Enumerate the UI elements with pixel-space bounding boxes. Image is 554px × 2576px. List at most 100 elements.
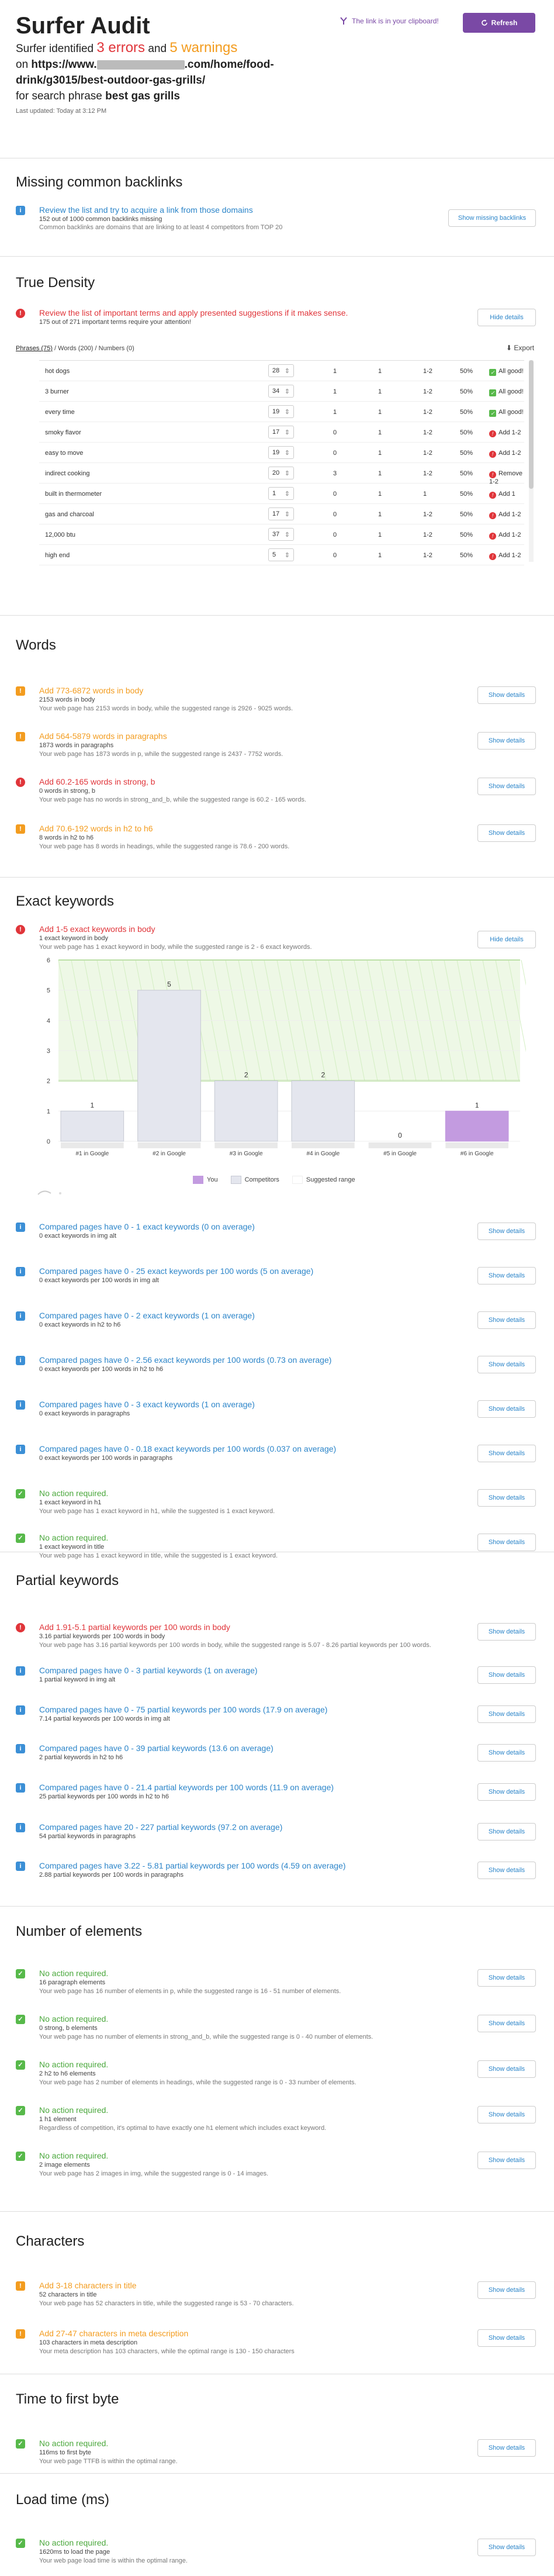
item-title: Compared pages have 0 - 1 exact keywords…	[39, 1222, 255, 1231]
term-count-stepper[interactable]: 1 ⇕	[268, 487, 294, 500]
audit-item: i Compared pages have 3.22 - 5.81 partial…	[16, 1860, 536, 1890]
item-value: 1 exact keyword in h1	[39, 1499, 102, 1506]
show-details-button[interactable]: Show details	[477, 1534, 536, 1551]
show-details-button[interactable]: Show details	[477, 824, 536, 842]
show-details-button[interactable]: Show details	[477, 1969, 536, 1987]
show-details-button[interactable]: Show details	[477, 732, 536, 750]
check-icon: ✓	[16, 2439, 25, 2449]
tab-words-numbers[interactable]: / Words (200) / Numbers (0)	[53, 345, 134, 352]
density-table: hot dogs 28 ⇕ 1 1 1-2 50% ✓ All good! 3 burner 34…	[39, 360, 524, 565]
show-details-button[interactable]: Show details	[477, 1489, 536, 1507]
item-value: 54 partial keywords in paragraphs	[39, 1833, 136, 1840]
divider	[0, 877, 554, 878]
show-details-button[interactable]: Show details	[477, 2329, 536, 2347]
show-missing-backlinks-button[interactable]: Show missing backlinks	[448, 209, 536, 227]
item-note: Your web page has no words in strong_and…	[39, 796, 307, 803]
term-count-stepper[interactable]: 20 ⇕	[268, 467, 294, 479]
term-count-stepper[interactable]: 17 ⇕	[268, 426, 294, 438]
your-count: 0	[333, 511, 337, 518]
exact-main-note: Your web page has 1 exact keyword in bod…	[39, 944, 312, 951]
show-details-button[interactable]: Show details	[477, 2015, 536, 2032]
item-title: Compared pages have 0 - 3 partial keywor…	[39, 1666, 258, 1675]
show-details-button[interactable]: Show details	[477, 1783, 536, 1801]
x-tick-label: #5 in Google	[383, 1151, 417, 1157]
show-details-button[interactable]: Show details	[477, 686, 536, 704]
stepper-icon: ⇕	[284, 368, 290, 375]
refresh-button[interactable]: Refresh	[463, 13, 535, 33]
term-count-stepper[interactable]: 17 ⇕	[268, 507, 294, 520]
x-tick-label: #1 in Google	[75, 1151, 109, 1157]
stepper-icon: ⇕	[284, 511, 290, 518]
info-icon: i	[16, 1223, 25, 1232]
show-details-button[interactable]: Show details	[477, 1267, 536, 1284]
item-title: Add 27-47 characters in meta description	[39, 2329, 189, 2338]
show-details-button[interactable]: Show details	[477, 1705, 536, 1723]
table-scroll-thumb[interactable]	[529, 360, 534, 489]
show-details-button[interactable]: Show details	[477, 1356, 536, 1373]
chart-bar	[445, 1110, 509, 1142]
url-prefix: on	[16, 58, 32, 71]
density-row: smoky flavor 17 ⇕ 0 1 1-2 50%! Add 1-2	[39, 422, 524, 443]
item-note: Your web page has 1 exact keyword in h1,…	[39, 1508, 275, 1515]
show-details-button[interactable]: Show details	[477, 1445, 536, 1462]
term-count-stepper[interactable]: 28 ⇕	[268, 364, 294, 377]
error-icon: !	[489, 533, 496, 540]
audit-item: i Compared pages have 0 - 3 exact keyword…	[16, 1399, 536, 1428]
density-row: 12,000 btu 37 ⇕ 0 1 1-2 50%! Add 1-2	[39, 524, 524, 545]
item-note: Your web page has 1 exact keyword in tit…	[39, 1552, 278, 1559]
hide-details-button[interactable]: Hide details	[477, 309, 536, 326]
term-count-stepper[interactable]: 37 ⇕	[268, 528, 294, 541]
warning-count: 5 warnings	[169, 40, 238, 56]
x-tick-label: #6 in Google	[460, 1151, 494, 1157]
show-details-button[interactable]: Show details	[477, 778, 536, 795]
show-details-button[interactable]: Show details	[477, 2152, 536, 2169]
show-details-button[interactable]: Show details	[477, 2106, 536, 2123]
term-count-stepper[interactable]: 19 ⇕	[268, 405, 294, 418]
density-row: hot dogs 28 ⇕ 1 1 1-2 50% ✓ All good!	[39, 361, 524, 381]
term-count-stepper[interactable]: 34 ⇕	[268, 385, 294, 398]
data-label: 5	[167, 980, 171, 989]
range: 1-2	[423, 450, 432, 457]
show-details-button[interactable]: Show details	[477, 2439, 536, 2457]
summary-prefix: Surfer identified	[16, 43, 97, 55]
audited-url[interactable]: https://www. .com/home/food-	[31, 58, 273, 71]
url-line-2[interactable]: drink/g3015/best-outdoor-gas-grills/	[16, 72, 536, 88]
show-details-button[interactable]: Show details	[477, 1744, 536, 1762]
tab-phrases[interactable]: Phrases (75)	[16, 345, 53, 352]
refresh-icon	[481, 19, 487, 26]
term-count-stepper[interactable]: 5 ⇕	[268, 548, 294, 561]
show-details-button[interactable]: Show details	[477, 1223, 536, 1240]
check-icon: ✓	[489, 389, 496, 396]
item-value: 0 exact keywords in paragraphs	[39, 1410, 130, 1417]
show-details-button[interactable]: Show details	[477, 1862, 536, 1879]
item-value: 1620ms to load the page	[39, 2549, 110, 2556]
stepper-icon: ⇕	[284, 388, 290, 395]
show-details-button[interactable]: Show details	[477, 1623, 536, 1641]
show-details-button[interactable]: Show details	[477, 2539, 536, 2556]
item-title: No action required.	[39, 2014, 109, 2023]
percent: 50%	[460, 368, 473, 375]
show-details-button[interactable]: Show details	[477, 1400, 536, 1418]
show-details-button[interactable]: Show details	[477, 2060, 536, 2078]
term-count: 19	[272, 408, 280, 415]
audit-header: Surfer Audit Surfer identified 3 errors …	[16, 12, 536, 115]
status-text: Add 1-2	[498, 531, 521, 538]
show-details-button[interactable]: Show details	[477, 1823, 536, 1841]
show-details-button[interactable]: Show details	[477, 1666, 536, 1684]
item-value: 0 exact keywords in h2 to h6	[39, 1321, 121, 1328]
item-title: Add 1.91-5.1 partial keywords per 100 wo…	[39, 1622, 230, 1632]
term-count-stepper[interactable]: 19 ⇕	[268, 446, 294, 459]
density-row: indirect cooking 20 ⇕ 3 1 1-2 50%! Remove 1-2	[39, 463, 524, 485]
export-button[interactable]: ⬇ Export	[506, 344, 534, 352]
check-icon: ✓	[489, 410, 496, 417]
audit-item: i Compared pages have 0 - 25 exact keywor…	[16, 1266, 536, 1295]
range: 1-2	[423, 511, 432, 518]
show-details-button[interactable]: Show details	[477, 2281, 536, 2299]
item-value: 3.16 partial keywords per 100 words in b…	[39, 1633, 165, 1640]
audit-item: ! Add 70.6-192 words in h2 to h6 8 words i…	[16, 823, 536, 852]
item-value: 1 h1 element	[39, 2116, 77, 2123]
hide-details-button[interactable]: Hide details	[477, 931, 536, 948]
y-tick-label: 5	[47, 987, 50, 995]
status: ! Add 1-2	[489, 450, 521, 458]
show-details-button[interactable]: Show details	[477, 1311, 536, 1329]
